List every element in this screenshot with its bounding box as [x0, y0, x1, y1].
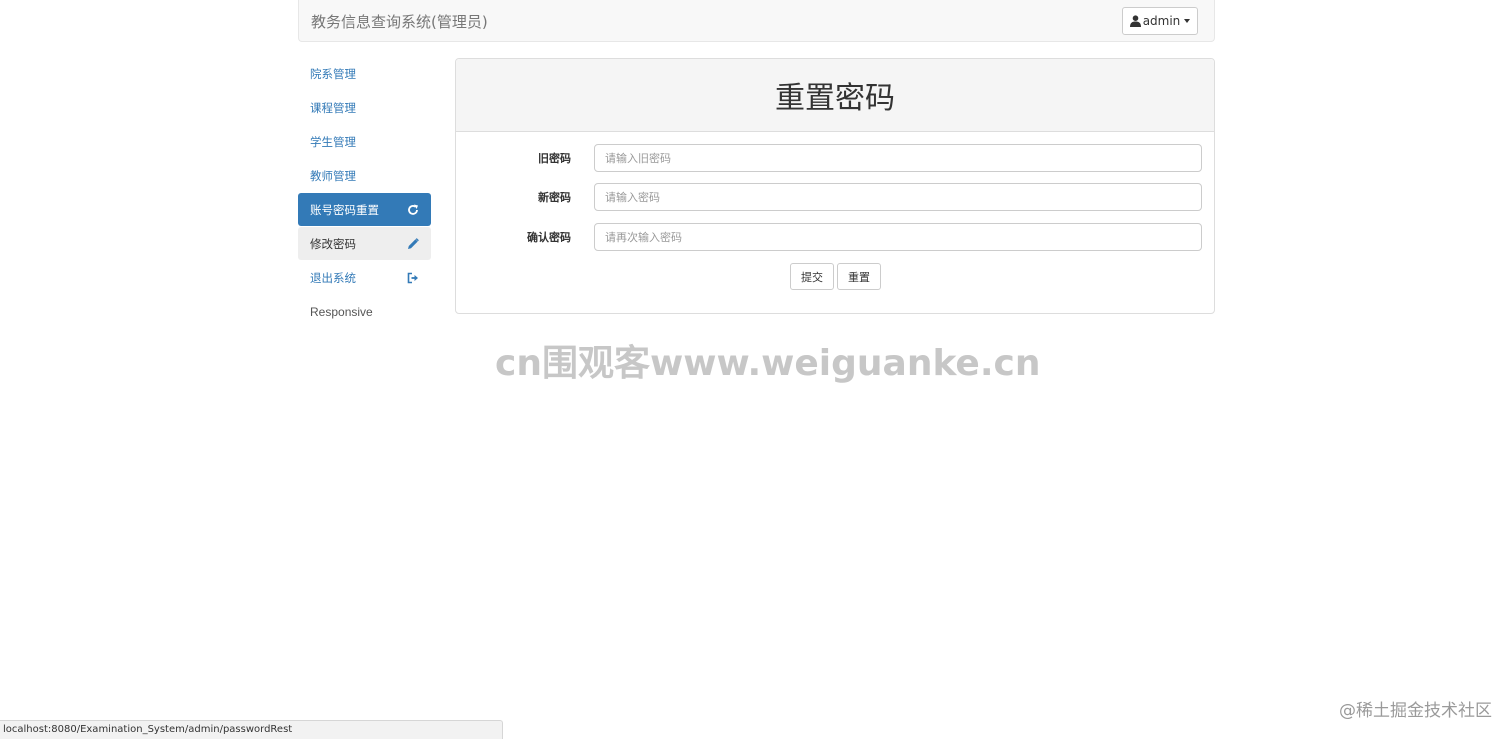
refresh-icon — [407, 204, 419, 216]
reset-password-panel: 重置密码 旧密码 新密码 确认密码 提交 重置 — [455, 58, 1215, 314]
sidebar-item-responsive[interactable]: Responsive — [298, 295, 431, 328]
sidebar-item-label: 课程管理 — [310, 100, 356, 115]
new-password-label: 新密码 — [538, 191, 571, 204]
sidebar-nav: 院系管理 课程管理 学生管理 教师管理 账号密码重置 修改密码 退出系统 Res… — [298, 57, 431, 329]
panel-heading: 重置密码 — [456, 59, 1214, 132]
sidebar-item-label: 修改密码 — [310, 236, 356, 251]
sidebar-item-department[interactable]: 院系管理 — [298, 57, 431, 90]
top-navbar: 教务信息查询系统(管理员) admin — [298, 0, 1215, 42]
watermark-text: cn围观客www.weiguanke.cn — [495, 343, 1041, 384]
pencil-icon — [407, 237, 419, 250]
old-password-label: 旧密码 — [538, 152, 571, 165]
user-name: admin — [1142, 14, 1181, 28]
old-password-input[interactable] — [594, 144, 1202, 172]
sidebar-item-teacher[interactable]: 教师管理 — [298, 159, 431, 192]
sidebar-item-label: 院系管理 — [310, 66, 356, 81]
new-password-row: 新密码 — [456, 183, 1216, 211]
sidebar-item-logout[interactable]: 退出系统 — [298, 261, 431, 294]
reset-button[interactable]: 重置 — [837, 263, 881, 290]
sidebar-item-account-reset[interactable]: 账号密码重置 — [298, 193, 431, 226]
sidebar-item-label: 账号密码重置 — [310, 202, 379, 217]
sidebar-item-course[interactable]: 课程管理 — [298, 91, 431, 124]
sidebar-item-label: 学生管理 — [310, 134, 356, 149]
sidebar-item-label: 教师管理 — [310, 168, 356, 183]
sidebar-item-label: 退出系统 — [310, 270, 356, 285]
confirm-password-row: 确认密码 — [456, 223, 1216, 251]
user-menu-button[interactable]: admin — [1122, 7, 1198, 35]
sidebar-item-student[interactable]: 学生管理 — [298, 125, 431, 158]
confirm-password-label: 确认密码 — [527, 231, 571, 244]
sidebar-item-change-password[interactable]: 修改密码 — [298, 227, 431, 260]
browser-status-url: localhost:8080/Examination_System/admin/… — [0, 720, 503, 739]
submit-button[interactable]: 提交 — [790, 263, 834, 290]
log-out-icon — [407, 272, 419, 284]
caret-down-icon — [1184, 19, 1191, 23]
corner-watermark: @稀土掘金技术社区 — [1339, 701, 1492, 721]
page-title: 重置密码 — [775, 81, 895, 116]
user-icon — [1129, 15, 1141, 27]
app-brand[interactable]: 教务信息查询系统(管理员) — [311, 11, 488, 32]
sidebar-item-label: Responsive — [310, 304, 373, 319]
old-password-row: 旧密码 — [456, 144, 1216, 172]
confirm-password-input[interactable] — [594, 223, 1202, 251]
new-password-input[interactable] — [594, 183, 1202, 211]
